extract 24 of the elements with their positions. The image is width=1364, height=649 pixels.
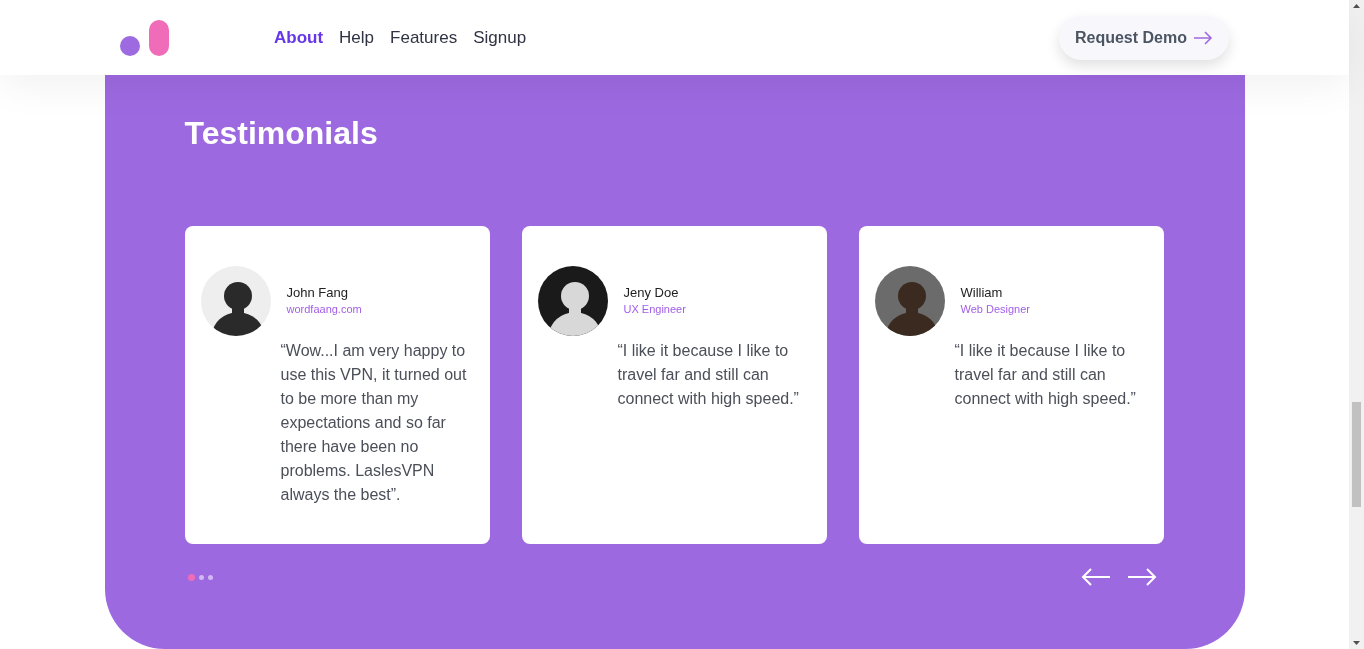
scrollbar[interactable]	[1349, 0, 1364, 649]
nav-link[interactable]: About	[274, 27, 324, 48]
testimonial-quote: “Wow...I am very happy to use this VPN, it turned out to be more than my expectations and so far there have been no problems. LaslesVPN always the best”.	[280, 341, 468, 505]
person-name: John Fang	[286, 285, 349, 300]
scrollbar-thumb[interactable]	[1352, 402, 1361, 507]
arrow-right-icon	[1193, 30, 1213, 45]
pagination-dot[interactable]	[207, 574, 213, 580]
nav-link[interactable]: Signup	[473, 27, 527, 48]
person-role: wordfaang.com	[286, 303, 362, 315]
logo-icon[interactable]	[120, 19, 170, 56]
pagination-dot[interactable]	[198, 574, 204, 580]
nav-link[interactable]: Features	[390, 27, 458, 48]
testimonial-quote: “I like it because I like to travel far and still can connect with high speed.”	[617, 341, 800, 409]
arrow-right-icon[interactable]	[1126, 567, 1157, 587]
person-role: Web Designer	[960, 303, 1030, 315]
person-role: UX Engineer	[623, 303, 686, 315]
nav-link[interactable]: Help	[339, 27, 375, 48]
testimonial-quote: “I like it because I like to travel far and still can connect with high speed.”	[954, 341, 1137, 409]
person-name: William	[960, 285, 1004, 300]
request-demo-button[interactable]: Request Demo	[1058, 15, 1229, 60]
pagination-dot[interactable]	[187, 573, 195, 581]
person-name: Jeny Doe	[623, 285, 680, 300]
arrow-left-icon[interactable]	[1080, 567, 1111, 587]
section-title: Testimonials	[184, 115, 379, 152]
